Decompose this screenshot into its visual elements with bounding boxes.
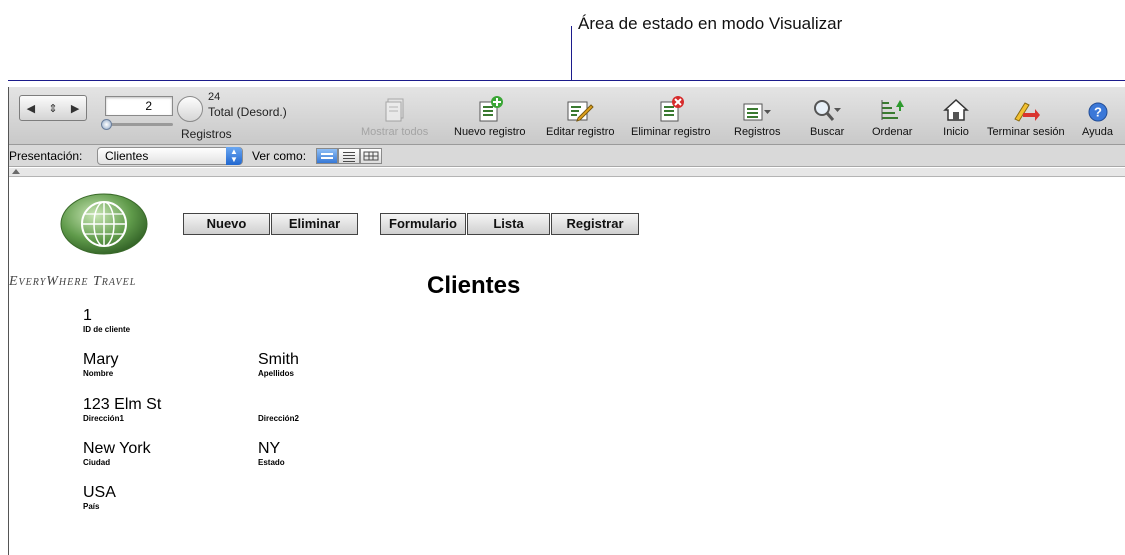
view-as-list-button[interactable] (338, 148, 360, 164)
delete-record-icon (658, 89, 684, 123)
show-all-button[interactable]: Mostrar todos (361, 89, 428, 138)
logout-icon (1011, 89, 1041, 123)
new-record-button[interactable]: Nuevo registro (454, 89, 526, 138)
collapse-triangle-icon[interactable] (12, 169, 20, 174)
records-menu-button[interactable]: Registros (734, 89, 780, 138)
help-icon: ? (1087, 89, 1109, 123)
toolbar-collapse-bar[interactable] (9, 168, 1125, 177)
logout-button[interactable]: Terminar sesión (987, 89, 1065, 138)
country-field[interactable]: USA (83, 484, 116, 502)
first-name-label: Nombre (83, 369, 114, 378)
address2-field[interactable] (258, 396, 338, 414)
total-label: Total (Desord.) (208, 105, 287, 119)
callout-pointer-line (571, 26, 572, 81)
address1-field[interactable]: 123 Elm St (83, 396, 161, 414)
presentation-select-value: Clientes (105, 149, 149, 163)
records-menu-icon (742, 89, 772, 123)
view-as-form-button[interactable] (316, 148, 338, 164)
list-button[interactable]: Lista (467, 213, 550, 235)
sort-icon (879, 89, 905, 123)
edit-record-button[interactable]: Editar registro (546, 89, 614, 138)
customer-id-field[interactable]: 1 (83, 307, 92, 325)
show-all-icon (384, 89, 406, 123)
presentation-select[interactable]: Clientes ▲ ▼ (97, 147, 243, 165)
found-count: 24 (208, 91, 221, 103)
country-label: País (83, 502, 100, 511)
next-record-icon[interactable]: ▶ (71, 102, 79, 115)
last-name-field[interactable]: Smith (258, 351, 299, 369)
help-button[interactable]: ? Ayuda (1082, 89, 1113, 138)
delete-record-label: Eliminar registro (631, 126, 711, 138)
address1-label: Dirección1 (83, 414, 124, 423)
register-button[interactable]: Registrar (551, 213, 639, 235)
layout-bar: Presentación: Clientes ▲ ▼ Ver como: (9, 145, 1125, 167)
layout-content: EveryWhere Travel Nuevo Eliminar Formula… (9, 178, 1125, 555)
callout-divider-line (8, 80, 1125, 81)
home-icon (943, 89, 969, 123)
book-divider-icon: ⇕ (48, 102, 58, 115)
found-set-pie-icon[interactable] (177, 96, 203, 122)
record-slider[interactable] (101, 119, 173, 130)
edit-record-label: Editar registro (546, 126, 615, 138)
edit-record-icon (566, 89, 594, 123)
presentation-label: Presentación: (9, 149, 83, 163)
new-button[interactable]: Nuevo (183, 213, 270, 235)
layout-title: Clientes (427, 272, 521, 299)
logout-label: Terminar sesión (987, 126, 1065, 138)
callout-label: Área de estado en modo Visualizar (578, 14, 843, 33)
city-field[interactable]: New York (83, 440, 151, 458)
city-label: Ciudad (83, 458, 111, 467)
new-record-label: Nuevo registro (454, 126, 526, 138)
search-button[interactable]: Buscar (810, 89, 844, 138)
current-record-input[interactable]: 2 (105, 96, 173, 116)
company-logo-text: EveryWhere Travel (9, 274, 137, 289)
view-as-label: Ver como: (252, 149, 307, 163)
new-record-icon (477, 89, 503, 123)
sort-label: Ordenar (872, 126, 913, 138)
previous-record-icon[interactable]: ◀ (27, 102, 35, 115)
svg-text:?: ? (1094, 105, 1102, 120)
home-button[interactable]: Inicio (943, 89, 969, 138)
status-toolbar: ◀ ⇕ ▶ 2 24 Total (Desord.) Registros Mos… (9, 87, 1125, 145)
state-field[interactable]: NY (258, 440, 280, 458)
record-slider-thumb[interactable] (101, 119, 112, 130)
address2-label: Dirección2 (258, 414, 299, 423)
records-menu-label: Registros (734, 126, 781, 138)
sort-button[interactable]: Ordenar (872, 89, 912, 138)
customer-id-label: ID de cliente (83, 325, 131, 334)
globe-logo-icon (60, 193, 148, 255)
form-button[interactable]: Formulario (380, 213, 466, 235)
view-as-table-button[interactable] (360, 148, 382, 164)
show-all-label: Mostrar todos (361, 126, 429, 138)
search-label: Buscar (810, 126, 845, 138)
select-stepper-icon: ▲ ▼ (226, 147, 242, 165)
app-window: ◀ ⇕ ▶ 2 24 Total (Desord.) Registros Mos… (8, 87, 1125, 555)
home-label: Inicio (943, 126, 969, 138)
delete-button[interactable]: Eliminar (271, 213, 358, 235)
state-label: Estado (258, 458, 285, 467)
last-name-label: Apellidos (258, 369, 295, 378)
table-grid-icon (363, 151, 379, 161)
record-navigator-book[interactable]: ◀ ⇕ ▶ (19, 95, 87, 121)
search-icon (812, 89, 842, 123)
help-label: Ayuda (1082, 126, 1113, 138)
records-label: Registros (181, 127, 232, 141)
delete-record-button[interactable]: Eliminar registro (631, 89, 710, 138)
first-name-field[interactable]: Mary (83, 351, 119, 369)
